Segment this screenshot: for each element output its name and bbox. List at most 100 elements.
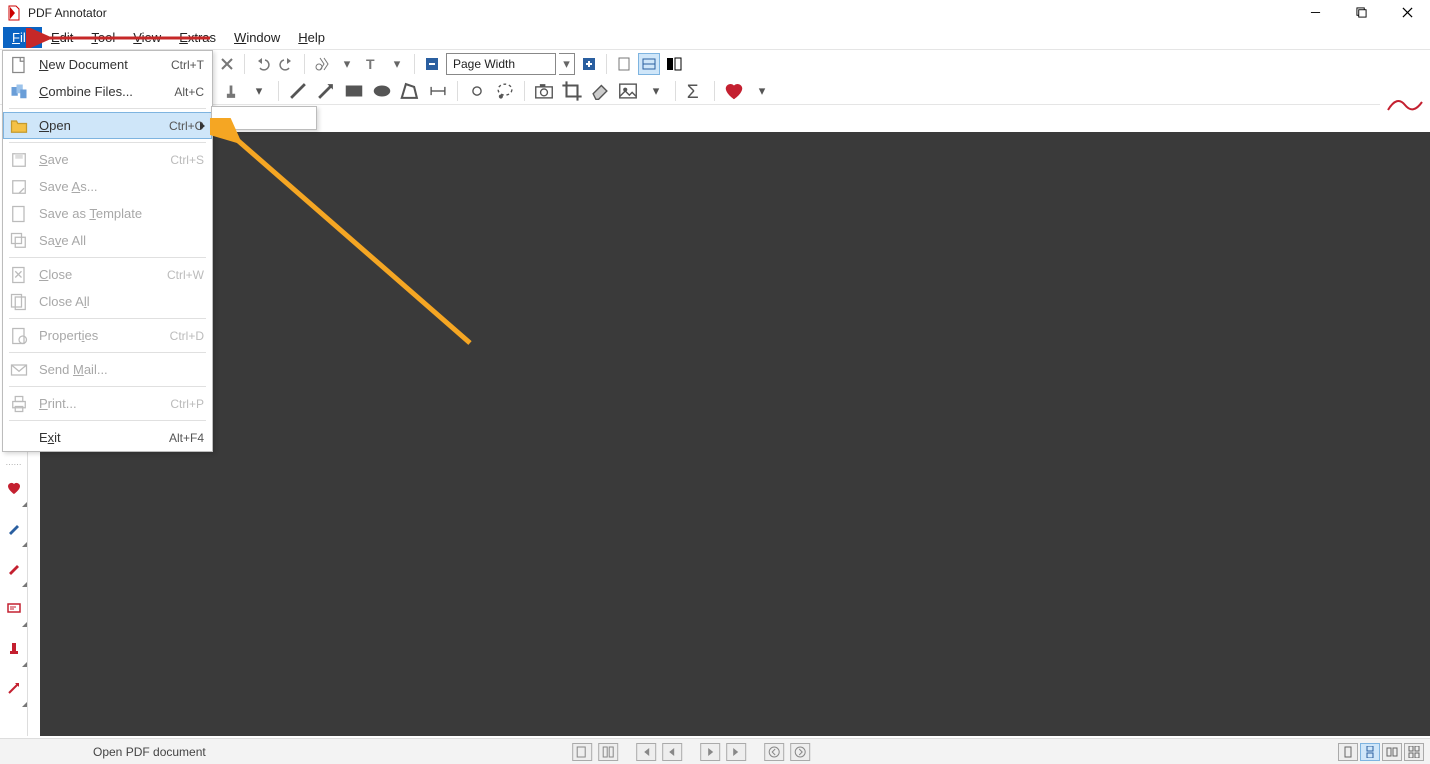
nav-back-icon[interactable] [764,743,784,761]
open-recent-submenu[interactable] [211,106,317,130]
svg-text:Σ: Σ [687,81,699,101]
close-all-icon [9,292,29,312]
annotation-toolbar: ▾ ▾ Σ ▾ [0,77,1430,105]
find-icon[interactable] [311,53,333,75]
file-menu-dropdown: New Document Ctrl+T Combine Files... Alt… [2,50,213,452]
fit-page-icon[interactable] [613,53,635,75]
menu-print: Print... Ctrl+P [3,390,212,417]
menu-tool[interactable]: Tool [82,27,124,48]
menu-close-all: Close All [3,288,212,315]
dimension-icon[interactable] [427,80,449,102]
menu-properties: Properties Ctrl+D [3,322,212,349]
text-dropdown-icon[interactable]: ▾ [386,53,408,75]
zoom-dropdown[interactable]: ▾ [559,53,575,75]
nav-pages2-icon[interactable] [598,743,618,761]
app-icon [6,5,22,21]
status-text: Open PDF document [93,745,206,759]
view-continuous-icon[interactable] [1360,743,1380,761]
image-dropdown-icon[interactable]: ▾ [645,80,667,102]
menu-help[interactable]: Help [289,27,334,48]
sigma-icon[interactable]: Σ [684,80,706,102]
text-tool-icon[interactable]: T [361,53,383,75]
window-controls [1292,0,1430,25]
mail-icon [9,360,29,380]
two-page-icon[interactable] [663,53,685,75]
zoom-in-icon[interactable] [578,53,600,75]
grip-dots-icon: ⋯⋯ [0,460,27,468]
nav-controls [572,743,810,761]
nav-prev-icon[interactable] [662,743,682,761]
camera-icon[interactable] [533,80,555,102]
view-two-cont-icon[interactable] [1404,743,1424,761]
crop-icon[interactable] [561,80,583,102]
menu-window[interactable]: Window [225,27,289,48]
scribble-preview [1380,78,1430,132]
save-icon [9,150,29,170]
stamp-icon[interactable] [220,80,242,102]
title-bar: PDF Annotator [0,0,1430,25]
favorite-dropdown-icon[interactable]: ▾ [751,80,773,102]
print-icon [9,394,29,414]
eraser-icon[interactable] [589,80,611,102]
zoom-out-icon[interactable] [421,53,443,75]
menu-new-document[interactable]: New Document Ctrl+T [3,51,212,78]
menu-save-all: Save All [3,227,212,254]
status-bar: Open PDF document [0,738,1430,764]
find-dropdown-icon[interactable]: ▾ [336,53,358,75]
link-icon[interactable] [466,80,488,102]
side-pen-blue-icon[interactable] [0,508,28,548]
menu-extras[interactable]: Extras [170,27,225,48]
favorite-icon[interactable] [723,80,745,102]
save-as-icon [9,177,29,197]
folder-icon [9,116,29,136]
side-textbox-icon[interactable] [0,588,28,628]
menu-close: Close Ctrl+W [3,261,212,288]
ellipse-icon[interactable] [371,80,393,102]
view-two-icon[interactable] [1382,743,1402,761]
main-toolbar: ▾ T ▾ Page Width ▾ [0,50,1430,77]
blank-icon [9,428,29,448]
nav-last-icon[interactable] [726,743,746,761]
menu-edit[interactable]: Edit [42,27,82,48]
maximize-button[interactable] [1338,0,1384,25]
delete-icon[interactable] [216,53,238,75]
template-icon [9,204,29,224]
svg-text:T: T [366,56,375,72]
menu-file[interactable]: File [3,27,42,48]
zoom-level-input[interactable]: Page Width [446,53,556,75]
redo-icon[interactable] [276,53,298,75]
menu-bar: File Edit Tool View Extras Window Help [0,25,1430,50]
menu-open[interactable]: Open Ctrl+O [3,112,212,139]
fit-width-icon[interactable] [638,53,660,75]
image-icon[interactable] [617,80,639,102]
close-button[interactable] [1384,0,1430,25]
combine-icon [9,82,29,102]
menu-combine-files[interactable]: Combine Files... Alt+C [3,78,212,105]
nav-fwd-icon[interactable] [790,743,810,761]
side-stamp-icon[interactable] [0,628,28,668]
app-title: PDF Annotator [28,6,107,20]
undo-icon[interactable] [251,53,273,75]
close-doc-icon [9,265,29,285]
nav-first-icon[interactable] [636,743,656,761]
stamp-dropdown-icon[interactable]: ▾ [248,80,270,102]
lasso-icon[interactable] [494,80,516,102]
view-mode-controls [1338,743,1424,761]
minimize-button[interactable] [1292,0,1338,25]
new-doc-icon [9,55,29,75]
nav-next-icon[interactable] [700,743,720,761]
menu-send-mail: Send Mail... [3,356,212,383]
line-icon[interactable] [287,80,309,102]
view-single-icon[interactable] [1338,743,1358,761]
menu-save-template: Save as Template [3,200,212,227]
side-pen-red-icon[interactable] [0,548,28,588]
document-canvas[interactable] [40,132,1430,736]
nav-pages-icon[interactable] [572,743,592,761]
polygon-icon[interactable] [399,80,421,102]
menu-view[interactable]: View [124,27,170,48]
arrow-icon[interactable] [315,80,337,102]
side-arrow-icon[interactable] [0,668,28,708]
side-favorite-icon[interactable] [0,468,28,508]
menu-exit[interactable]: Exit Alt+F4 [3,424,212,451]
rectangle-icon[interactable] [343,80,365,102]
